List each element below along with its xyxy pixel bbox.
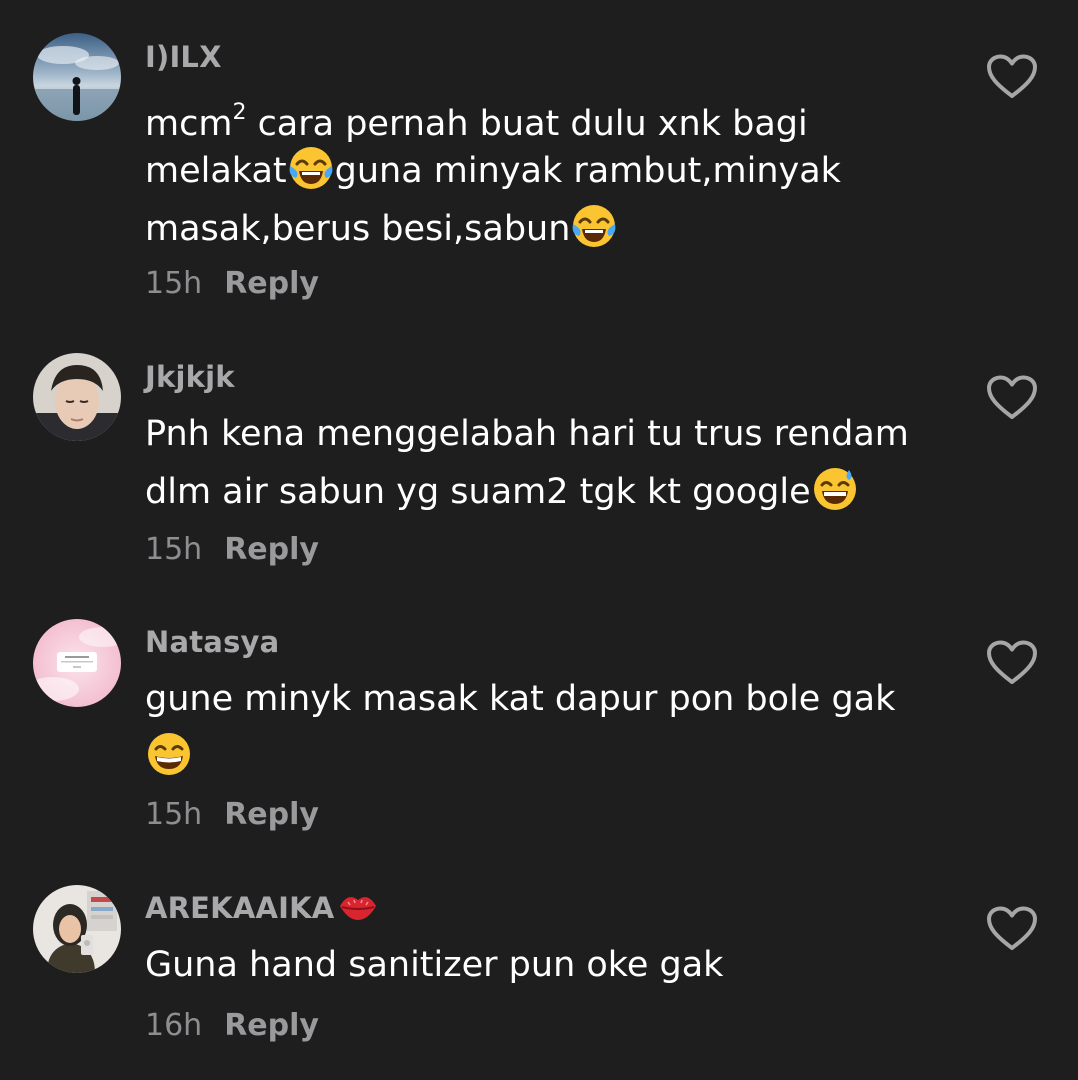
comment-text: mcm2 cara pernah buat dulu xnk bagi mela… bbox=[145, 100, 841, 250]
timestamp: 15h bbox=[145, 266, 203, 301]
grinning-face-with-sweat-icon bbox=[811, 465, 859, 513]
comment-meta: 16h Reply bbox=[145, 1008, 319, 1043]
comment-text: gune minyk masak kat dapur pon bole gak bbox=[145, 670, 945, 786]
comment-meta: 15h Reply bbox=[145, 797, 319, 832]
comment-meta: 15h Reply bbox=[145, 532, 319, 567]
face-with-tears-of-joy-icon bbox=[287, 144, 335, 192]
timestamp: 16h bbox=[145, 1008, 203, 1043]
username[interactable]: I)ILX bbox=[145, 40, 222, 74]
username[interactable]: Jkjkjk bbox=[145, 360, 235, 394]
avatar[interactable] bbox=[33, 353, 121, 441]
reply-button[interactable]: Reply bbox=[224, 1008, 319, 1043]
like-heart-icon[interactable] bbox=[986, 375, 1038, 421]
comment-text: Guna hand sanitizer pun oke gak bbox=[145, 945, 724, 985]
kiss-mark-icon bbox=[338, 890, 378, 924]
reply-button[interactable]: Reply bbox=[224, 532, 319, 567]
avatar[interactable] bbox=[33, 619, 121, 707]
reply-button[interactable]: Reply bbox=[224, 266, 319, 301]
avatar[interactable] bbox=[33, 885, 121, 973]
beaming-face-icon bbox=[145, 730, 193, 778]
timestamp: 15h bbox=[145, 797, 203, 832]
face-with-tears-of-joy-icon bbox=[570, 202, 618, 250]
like-heart-icon[interactable] bbox=[986, 640, 1038, 686]
like-heart-icon[interactable] bbox=[986, 906, 1038, 952]
avatar[interactable] bbox=[33, 33, 121, 121]
username[interactable]: Natasya bbox=[145, 625, 279, 659]
comment-meta: 15h Reply bbox=[145, 266, 319, 301]
comment-text: Pnh kena menggelabah hari tu trus rendam… bbox=[145, 414, 909, 513]
like-heart-icon[interactable] bbox=[986, 54, 1038, 100]
username[interactable]: AREKAAIKA bbox=[145, 890, 378, 925]
reply-button[interactable]: Reply bbox=[224, 797, 319, 832]
timestamp: 15h bbox=[145, 532, 203, 567]
